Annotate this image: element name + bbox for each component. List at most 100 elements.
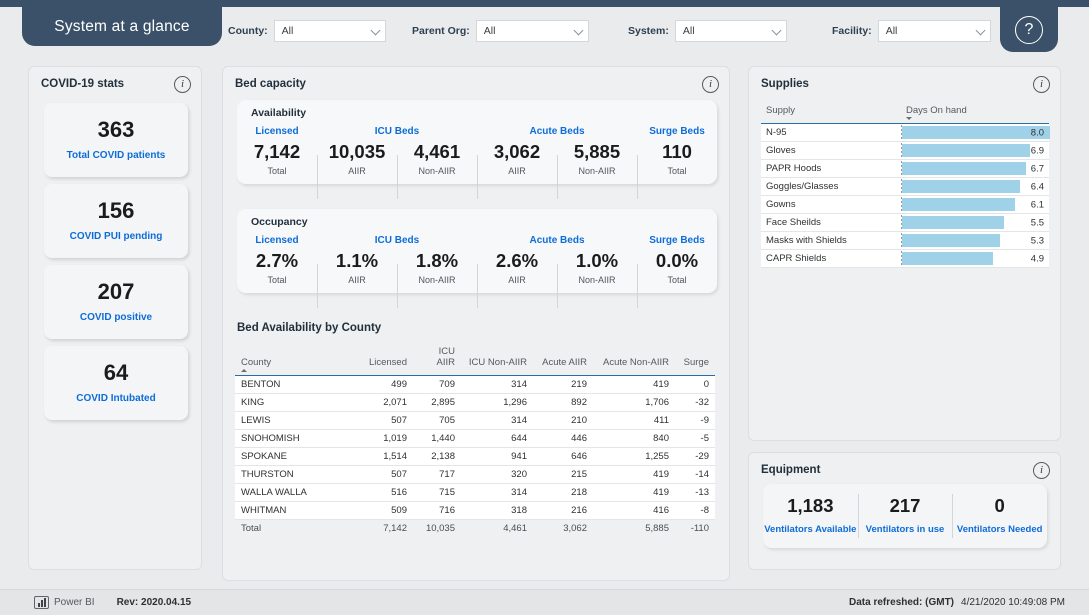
info-icon[interactable]: i <box>1033 76 1050 93</box>
stat-label: COVID positive <box>79 312 153 323</box>
column-header-icu-non-aiir[interactable]: ICU Non-AIIR <box>461 342 533 376</box>
table-row[interactable]: KING 2,071 2,895 1,296 892 1,706 -32 <box>235 393 715 412</box>
metric-value: 2.7% <box>255 250 299 271</box>
cell-surge: 0 <box>675 375 715 394</box>
info-icon[interactable]: i <box>174 76 191 93</box>
column-header-acute-non-aiir[interactable]: Acute Non-AIIR <box>593 342 675 376</box>
chevron-down-icon <box>573 25 584 36</box>
cell-county: BENTON <box>235 375 357 394</box>
filter-county[interactable]: County: All <box>228 20 386 42</box>
equipment-title: Equipment <box>761 464 821 476</box>
stat-card-covid-pui-pending[interactable]: 156 COVID PUI pending <box>44 184 188 258</box>
table-row[interactable]: BENTON 499 709 314 219 419 0 <box>235 375 715 394</box>
availability-group-surge-beds: Surge Beds <box>649 126 705 137</box>
filter-facility-value: All <box>885 25 898 37</box>
table-row[interactable]: THURSTON 507 717 320 215 419 -14 <box>235 465 715 484</box>
cell-licensed: 507 <box>357 465 413 484</box>
availability-metric-surge-total: 110 Total <box>637 141 717 199</box>
supply-name: CAPR Shields <box>761 249 901 268</box>
supply-name: N-95 <box>761 123 901 142</box>
table-total-row: Total 7,142 10,035 4,461 3,062 5,885 -11… <box>235 519 715 537</box>
supplies-row[interactable]: Masks with Shields 5.3 <box>761 231 1049 250</box>
cell-acute-aiir: 218 <box>533 483 593 502</box>
supplies-row[interactable]: CAPR Shields 4.9 <box>761 249 1049 268</box>
occupancy-metric-icu-non-aiir: 1.8% Non-AIIR <box>397 250 477 308</box>
column-header-surge[interactable]: Surge <box>675 342 715 376</box>
supply-bar-track <box>901 233 1049 248</box>
filter-parent-org-dropdown[interactable]: All <box>475 20 589 42</box>
supply-bar-fill <box>902 144 1030 157</box>
column-header-days-on-hand[interactable]: Days On hand <box>901 102 1049 124</box>
supplies-panel: Supplies i Supply Days On hand N-95 8.0 Gl… <box>748 66 1061 441</box>
cell-acute-non-aiir: 419 <box>593 375 675 394</box>
supply-value: 6.9 <box>1030 145 1044 156</box>
column-header-icu-aiir[interactable]: ICU AIIR <box>413 342 461 376</box>
cell-surge: -8 <box>675 501 715 520</box>
cell-acute-non-aiir: 1,706 <box>593 393 675 412</box>
column-header-acute-aiir[interactable]: Acute AIIR <box>533 342 593 376</box>
supply-bar-track <box>901 197 1049 212</box>
cell-total-icu-aiir: 10,035 <box>413 519 461 537</box>
stat-card-covid-intubated[interactable]: 64 COVID Intubated <box>44 346 188 420</box>
occupancy-metric-icu-aiir: 1.1% AIIR <box>317 250 397 308</box>
metric-value: 10,035 <box>328 141 386 162</box>
cell-acute-aiir: 219 <box>533 375 593 394</box>
table-row[interactable]: LEWIS 507 705 314 210 411 -9 <box>235 411 715 430</box>
supply-bar-track <box>901 161 1049 176</box>
column-header-supply[interactable]: Supply <box>761 102 901 124</box>
info-icon[interactable]: i <box>702 76 719 93</box>
filter-facility[interactable]: Facility: All <box>832 20 991 42</box>
table-row[interactable]: SPOKANE 1,514 2,138 941 646 1,255 -29 <box>235 447 715 466</box>
supply-bar-track <box>901 179 1049 194</box>
stat-card-covid-positive[interactable]: 207 COVID positive <box>44 265 188 339</box>
info-icon[interactable]: i <box>1033 462 1050 479</box>
table-row[interactable]: SNOHOMISH 1,019 1,440 644 446 840 -5 <box>235 429 715 448</box>
cell-total-acute-aiir: 3,062 <box>533 519 593 537</box>
equipment-ventilators-available[interactable]: 1,183 Ventilators Available <box>763 484 858 548</box>
filter-facility-dropdown[interactable]: All <box>877 20 991 42</box>
availability-group-acute-beds: Acute Beds <box>529 126 585 137</box>
filter-parent-org[interactable]: Parent Org: All <box>412 20 589 42</box>
column-header-county[interactable]: County <box>235 342 357 376</box>
supply-bar-cell: 4.9 <box>901 249 1049 268</box>
data-refreshed-label: Data refreshed: (GMT) <box>849 597 955 608</box>
stat-card-total-covid-patients[interactable]: 363 Total COVID patients <box>44 103 188 177</box>
cell-surge: -14 <box>675 465 715 484</box>
supplies-row[interactable]: PAPR Hoods 6.7 <box>761 159 1049 178</box>
supply-bar-fill <box>902 126 1050 139</box>
equipment-card: 1,183 Ventilators Available 217 Ventilat… <box>763 484 1047 548</box>
stat-value: 363 <box>97 117 135 142</box>
column-header-licensed[interactable]: Licensed <box>357 342 413 376</box>
availability-metric-acute-non-aiir: 5,885 Non-AIIR <box>557 141 637 199</box>
table-row[interactable]: WHITMAN 509 716 318 216 416 -8 <box>235 501 715 520</box>
cell-acute-aiir: 216 <box>533 501 593 520</box>
supplies-row[interactable]: Face Sheilds 5.5 <box>761 213 1049 232</box>
filter-system-dropdown[interactable]: All <box>674 20 787 42</box>
dashboard-root: System at a glance County: All Parent Or… <box>0 0 1089 615</box>
supplies-row[interactable]: Gowns 6.1 <box>761 195 1049 214</box>
cell-icu-non-aiir: 318 <box>461 501 533 520</box>
equipment-ventilators-in-use[interactable]: 217 Ventilators in use <box>857 484 953 548</box>
metric-value: 4,461 <box>413 141 461 162</box>
equipment-ventilators-needed[interactable]: 0 Ventilators Needed <box>952 484 1047 548</box>
table-header-row: County Licensed ICU AIIR ICU Non-AIIR Ac… <box>235 342 715 376</box>
table-row[interactable]: WALLA WALLA 516 715 314 218 419 -13 <box>235 483 715 502</box>
filter-system[interactable]: System: All <box>628 20 787 42</box>
metric-sublabel: AIIR <box>348 275 366 286</box>
equipment-panel: Equipment i 1,183 Ventilators Available … <box>748 452 1061 570</box>
cell-licensed: 516 <box>357 483 413 502</box>
filter-system-label: System: <box>628 25 669 37</box>
metric-sublabel: Total <box>267 275 287 286</box>
cell-acute-non-aiir: 416 <box>593 501 675 520</box>
cell-icu-aiir: 705 <box>413 411 461 430</box>
cell-county: KING <box>235 393 357 412</box>
cell-county: SPOKANE <box>235 447 357 466</box>
help-button[interactable]: ? <box>1000 7 1058 52</box>
supplies-row[interactable]: Goggles/Glasses 6.4 <box>761 177 1049 196</box>
supplies-row[interactable]: Gloves 6.9 <box>761 141 1049 160</box>
cell-total-surge: -110 <box>675 519 715 537</box>
filter-parent-org-label: Parent Org: <box>412 25 470 37</box>
supplies-row[interactable]: N-95 8.0 <box>761 123 1050 142</box>
filter-county-dropdown[interactable]: All <box>273 20 386 42</box>
cell-icu-non-aiir: 644 <box>461 429 533 448</box>
